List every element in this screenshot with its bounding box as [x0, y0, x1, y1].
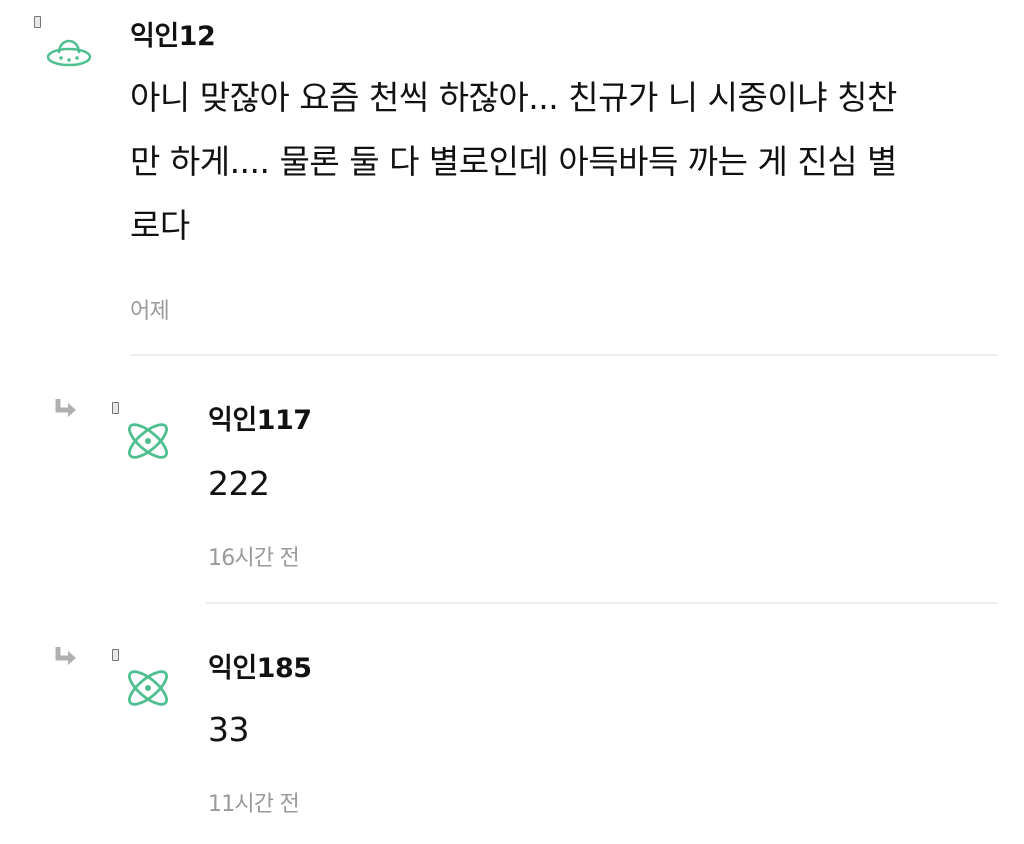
comment-nickname[interactable]: 익인12 [130, 14, 216, 53]
divider [130, 354, 998, 356]
reply-text: 33 [208, 710, 250, 749]
reply-nickname[interactable]: 익인185 [208, 646, 312, 685]
badge-icon [34, 16, 41, 28]
reply-nickname[interactable]: 익인117 [208, 398, 312, 437]
divider [206, 602, 998, 604]
badge-icon [112, 649, 119, 661]
ufo-icon[interactable] [44, 36, 94, 72]
comment-thread: 익인12 아니 맞잖아 요즘 천씩 하잖아... 친규가 니 시중이냐 칭찬 만… [0, 0, 1024, 844]
comment-timestamp: 어제 [130, 299, 170, 324]
comment-text-line: 만 하게.... 물론 둘 다 별로인데 아득바득 까는 게 진심 별 [130, 142, 897, 181]
reply-text: 222 [208, 464, 270, 503]
reply-arrow-icon [55, 647, 76, 665]
atom-icon[interactable] [122, 663, 174, 713]
comment-text-line: 아니 맞잖아 요즘 천씩 하잖아... 친규가 니 시중이냐 칭찬 [130, 78, 897, 117]
reply-timestamp: 16시간 전 [208, 546, 300, 571]
badge-icon [112, 402, 119, 414]
reply-timestamp: 11시간 전 [208, 792, 300, 817]
comment-text-line: 로다 [130, 206, 190, 245]
comment-text: 아니 맞잖아 요즘 천씩 하잖아... 친규가 니 시중이냐 칭찬 만 하게..… [130, 66, 1010, 258]
atom-icon[interactable] [122, 416, 174, 466]
reply-arrow-icon [55, 399, 76, 417]
